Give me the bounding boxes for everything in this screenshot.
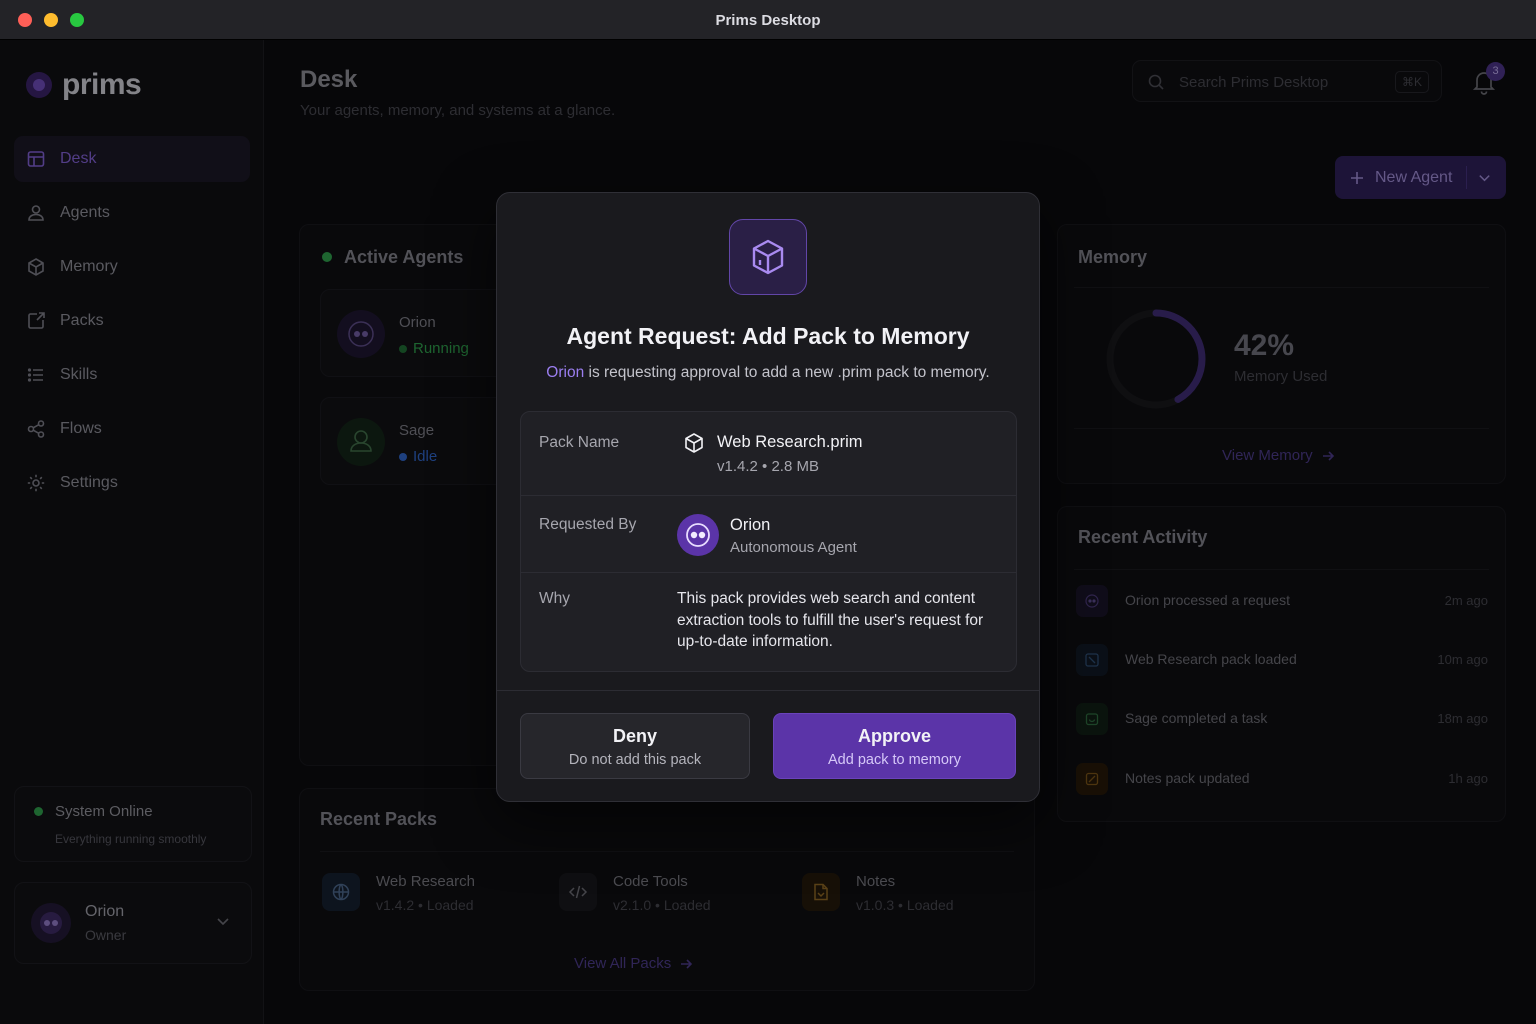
dialog-title: Agent Request: Add Pack to Memory bbox=[566, 323, 970, 349]
request-reason: This pack provides web search and conten… bbox=[677, 590, 984, 650]
approve-sublabel: Add pack to memory bbox=[828, 752, 961, 768]
dialog-subtitle: Orion is requesting approval to add a ne… bbox=[497, 364, 1039, 382]
detail-label: Why bbox=[539, 590, 570, 607]
approve-label: Approve bbox=[857, 726, 931, 746]
requester-name: Orion bbox=[730, 516, 771, 534]
detail-row-pack: Pack Name Web Research.prim v1.4.2 • 2.8… bbox=[521, 412, 1016, 495]
deny-label: Deny bbox=[612, 726, 657, 746]
deny-sublabel: Do not add this pack bbox=[568, 752, 702, 768]
divider bbox=[521, 572, 1016, 573]
approve-button[interactable]: Approve Add pack to memory bbox=[773, 713, 1016, 779]
package-icon bbox=[685, 433, 703, 453]
dialog-subtitle-text: is requesting approval to add a new .pri… bbox=[584, 364, 990, 381]
deny-button[interactable]: Deny Do not add this pack bbox=[520, 713, 750, 779]
detail-label: Requested By bbox=[539, 516, 637, 533]
request-details-card: Pack Name Web Research.prim v1.4.2 • 2.8… bbox=[520, 411, 1017, 672]
window-title: Prims Desktop bbox=[715, 12, 821, 29]
requesting-agent-name: Orion bbox=[546, 364, 585, 381]
divider bbox=[497, 690, 1039, 691]
detail-label: Pack Name bbox=[539, 434, 620, 451]
agent-request-dialog: Agent Request: Add Pack to Memory Orion … bbox=[496, 192, 1040, 802]
window-titlebar: Prims Desktop bbox=[0, 0, 1536, 40]
requester-role: Autonomous Agent bbox=[730, 539, 857, 556]
avatar bbox=[677, 514, 719, 556]
pack-meta: v1.4.2 • 2.8 MB bbox=[717, 458, 819, 475]
cube-icon bbox=[729, 219, 807, 295]
pack-name: Web Research.prim bbox=[717, 433, 863, 451]
agent-face-icon bbox=[686, 523, 710, 547]
